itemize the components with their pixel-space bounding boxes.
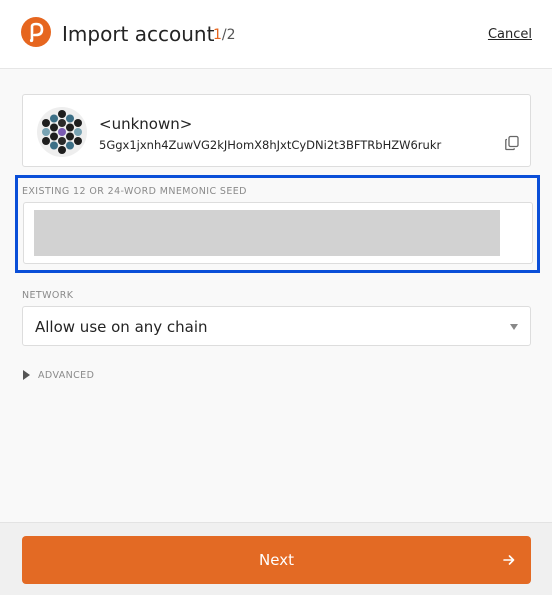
step-total: /2 [221, 27, 236, 43]
seed-label: EXISTING 12 OR 24-WORD MNEMONIC SEED [22, 186, 247, 197]
next-button-label: Next [259, 551, 294, 569]
seed-section-highlight: EXISTING 12 OR 24-WORD MNEMONIC SEED [15, 175, 540, 273]
seed-field [23, 202, 533, 264]
seed-input[interactable] [34, 210, 500, 256]
chevron-down-icon [510, 324, 518, 330]
account-card: <unknown> 5Ggx1jxnh4ZuwVG2kJHomX8hJxtCyD… [22, 94, 531, 167]
copy-icon[interactable] [504, 135, 520, 151]
step-current: 1 [213, 27, 222, 43]
page-title: Import account [62, 22, 215, 46]
identicon-icon [37, 107, 87, 157]
header: Import account 1/2 Cancel [0, 0, 552, 69]
network-label: NETWORK [22, 290, 74, 301]
cancel-link[interactable]: Cancel [488, 27, 532, 43]
network-dropdown[interactable]: Allow use on any chain [22, 306, 531, 346]
arrow-right-icon [503, 555, 515, 565]
polkadot-logo-icon [21, 17, 51, 47]
next-button[interactable]: Next [22, 536, 531, 584]
caret-right-icon [23, 370, 30, 380]
advanced-label: ADVANCED [38, 370, 95, 381]
account-address: 5Ggx1jxnh4ZuwVG2kJHomX8hJxtCyDNi2t3BFTRb… [99, 138, 442, 152]
account-name: <unknown> [99, 115, 193, 133]
network-selected-value: Allow use on any chain [35, 318, 208, 336]
footer: Next [0, 522, 552, 595]
step-indicator: 1/2 [213, 26, 236, 44]
